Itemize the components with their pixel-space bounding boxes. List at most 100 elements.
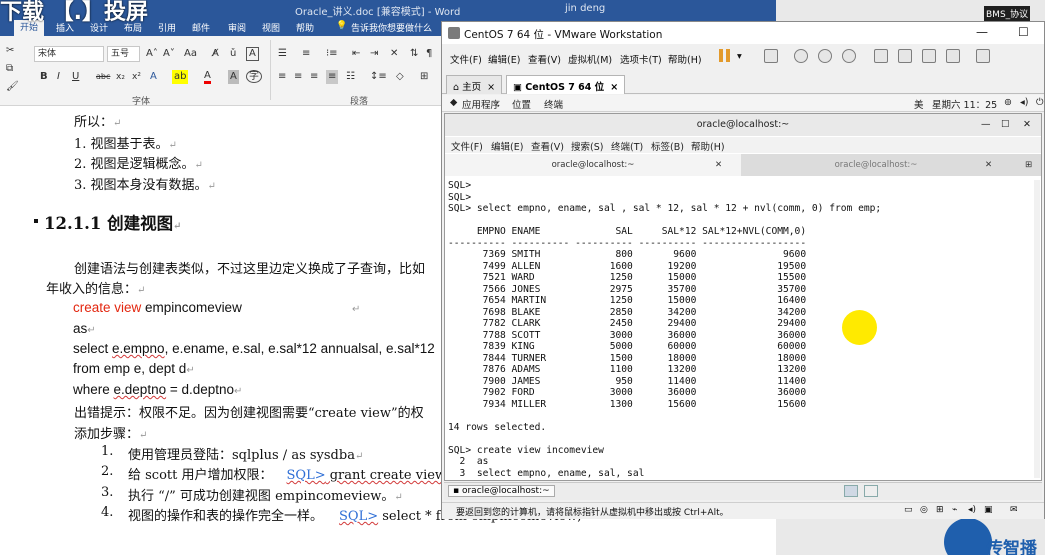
terminal-output[interactable]: SQL> SQL> SQL> select empno, ename, sal , … — [448, 180, 1038, 478]
chevron-down-icon[interactable]: ▾ — [737, 51, 742, 62]
format-painter-icon[interactable]: 🖌 — [6, 80, 19, 94]
shrink-font-icon[interactable]: A˅ — [163, 47, 175, 61]
close-button[interactable]: ✕ — [1023, 114, 1031, 136]
terminal-menu-terminal[interactable]: 终端(T) — [611, 139, 643, 153]
subscript-icon[interactable]: x₂ — [116, 70, 125, 84]
align-left-icon[interactable]: ≡ — [278, 70, 286, 84]
terminal-scrollbar[interactable] — [1034, 180, 1040, 478]
distributed-icon[interactable]: ☷ — [346, 70, 355, 84]
power-icon[interactable]: ⏻ — [1036, 97, 1044, 108]
manage-snapshots-icon[interactable] — [842, 49, 856, 63]
network-icon[interactable]: ⊞ — [936, 505, 944, 515]
places-menu[interactable]: 位置 — [512, 97, 531, 111]
workspace-icon[interactable] — [844, 485, 858, 497]
underline-icon[interactable]: U — [72, 70, 79, 84]
tab-help[interactable]: 帮助 — [296, 21, 314, 34]
applications-menu[interactable]: 应用程序 — [462, 97, 500, 111]
thumbnail-icon[interactable] — [898, 49, 912, 63]
justify-icon[interactable]: ≡ — [326, 70, 339, 84]
grow-font-icon[interactable]: A˄ — [146, 47, 158, 61]
close-icon[interactable]: ✕ — [715, 154, 722, 176]
taskbar-terminal-item[interactable]: ▪ oracle@localhost:~ — [448, 485, 555, 497]
menu-help[interactable]: 帮助(H) — [668, 52, 702, 66]
menu-vm[interactable]: 虚拟机(M) — [568, 52, 612, 66]
close-icon[interactable]: × — [610, 82, 618, 93]
terminal-menu-view[interactable]: 查看(V) — [531, 139, 564, 153]
char-shading-icon[interactable]: A — [228, 70, 239, 84]
tab-home[interactable]: ⌂ 主页 × — [446, 75, 503, 94]
italic-icon[interactable]: I — [57, 70, 60, 84]
tab-references[interactable]: 引用 — [158, 21, 176, 34]
borders-icon[interactable]: ⊞ — [420, 70, 428, 84]
new-tab-icon[interactable]: ⊞ — [1025, 154, 1032, 176]
line-spacing-icon[interactable]: ↕≡ — [370, 70, 387, 84]
fullscreen-icon[interactable] — [922, 49, 936, 63]
message-icon[interactable]: ✉ — [1010, 505, 1018, 515]
align-center-icon[interactable]: ≡ — [294, 70, 302, 84]
multilevel-list-icon[interactable]: ⁝≡ — [326, 47, 338, 61]
tab-view[interactable]: 视图 — [262, 21, 280, 34]
revert-snapshot-icon[interactable] — [818, 49, 832, 63]
text-effects-icon[interactable]: A — [150, 70, 157, 84]
console-view-icon[interactable] — [976, 49, 990, 63]
display-icon[interactable]: ▣ — [984, 505, 993, 515]
tab-mailings[interactable]: 邮件 — [192, 21, 210, 34]
change-case-icon[interactable]: Aa — [184, 47, 197, 61]
superscript-icon[interactable]: x² — [132, 70, 141, 84]
workspace-icon[interactable] — [864, 485, 878, 497]
font-size-select[interactable]: 五号 — [107, 46, 140, 62]
numbering-icon[interactable]: ≡ — [302, 47, 310, 61]
usb-icon[interactable]: ⌁ — [952, 505, 957, 515]
tab-review[interactable]: 审阅 — [228, 21, 246, 34]
device-icon[interactable]: ▭ — [904, 505, 913, 515]
chinese-layout-icon[interactable]: ✕ — [390, 47, 398, 61]
input-language[interactable]: 美 — [914, 97, 924, 111]
tab-centos-vm[interactable]: ▣ CentOS 7 64 位 × — [506, 75, 626, 94]
menu-tabs[interactable]: 选项卡(T) — [620, 52, 662, 66]
menu-file[interactable]: 文件(F) — [450, 52, 482, 66]
network-icon[interactable]: ⊚ — [1004, 97, 1012, 108]
increase-indent-icon[interactable]: ⇥ — [370, 47, 378, 61]
char-border-icon[interactable]: A — [246, 47, 259, 61]
maximize-button[interactable]: ☐ — [1001, 114, 1010, 136]
sort-icon[interactable]: ⇅ — [410, 47, 418, 61]
copy-icon[interactable]: ⧉ — [6, 62, 13, 76]
pause-icon[interactable] — [719, 49, 723, 62]
word-user-name[interactable]: jin deng — [565, 3, 605, 14]
terminal-tab[interactable]: oracle@localhost:~ — [741, 154, 1011, 176]
menu-view[interactable]: 查看(V) — [528, 52, 561, 66]
minimize-button[interactable]: — — [981, 114, 991, 136]
phonetic-icon[interactable]: ǔ — [230, 47, 236, 61]
show-marks-icon[interactable]: ¶ — [426, 47, 432, 61]
terminal-menu-edit[interactable]: 编辑(E) — [491, 139, 523, 153]
highlight-icon[interactable]: ab — [172, 70, 189, 84]
maximize-button[interactable]: ☐ — [1018, 25, 1029, 39]
font-color-icon[interactable]: A — [204, 70, 211, 84]
tell-me-box[interactable]: 告诉我你想要做什么 — [351, 21, 432, 34]
clear-format-icon[interactable]: A̸ — [212, 47, 219, 61]
shading-icon[interactable]: ◇ — [396, 70, 404, 84]
strikethrough-icon[interactable]: abc — [96, 70, 110, 84]
bullets-icon[interactable]: ☰ — [278, 47, 287, 61]
terminal-menu-help[interactable]: 帮助(H) — [691, 139, 725, 153]
terminal-menu-tabs[interactable]: 标签(B) — [651, 139, 684, 153]
menu-edit[interactable]: 编辑(E) — [488, 52, 520, 66]
close-icon[interactable]: ✕ — [985, 154, 992, 176]
close-icon[interactable]: × — [487, 82, 495, 93]
unity-icon[interactable] — [946, 49, 960, 63]
terminal-menu-search[interactable]: 搜索(S) — [571, 139, 603, 153]
terminal-menu[interactable]: 终端 — [544, 97, 563, 111]
volume-icon[interactable]: ◂) — [1020, 97, 1028, 108]
align-right-icon[interactable]: ≡ — [310, 70, 318, 84]
sound-icon[interactable]: ◂) — [968, 505, 976, 515]
library-icon[interactable] — [874, 49, 888, 63]
send-keys-icon[interactable] — [764, 49, 778, 63]
terminal-menu-file[interactable]: 文件(F) — [451, 139, 483, 153]
bold-icon[interactable]: B — [40, 70, 48, 84]
font-name-select[interactable]: 宋体 — [34, 46, 104, 62]
terminal-tab-active[interactable]: oracle@localhost:~ — [445, 154, 741, 176]
scissors-icon[interactable]: ✂ — [6, 44, 14, 58]
enclose-char-icon[interactable]: 字 — [246, 70, 262, 83]
snapshot-icon[interactable] — [794, 49, 808, 63]
minimize-button[interactable]: — — [976, 25, 988, 39]
